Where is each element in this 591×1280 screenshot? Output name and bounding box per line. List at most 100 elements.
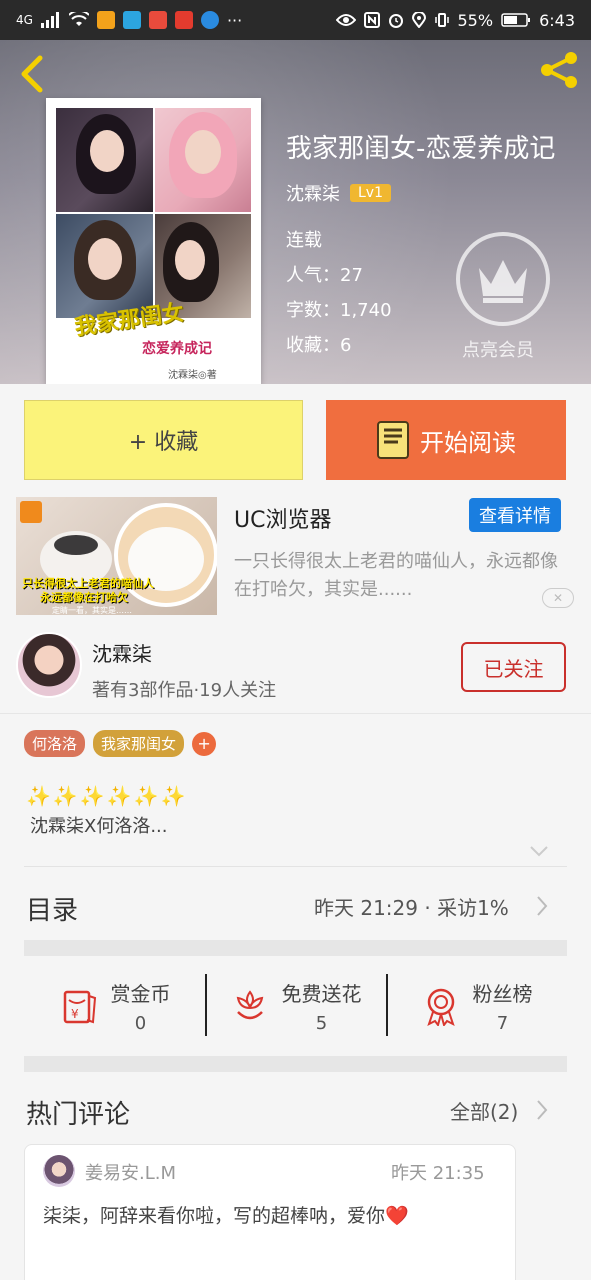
book-title: 我家那闺女-恋爱养成记: [286, 134, 556, 164]
book-icon: [377, 421, 409, 459]
tag-item[interactable]: 我家那闺女: [93, 730, 185, 757]
ad-banner[interactable]: 只长得很太上老君的喵仙人 永远都像在打哈欠 定睛一看，其实是…… UC浏览器 查…: [0, 492, 591, 622]
commenter-avatar[interactable]: [43, 1155, 75, 1187]
hot-comments-title: 热门评论: [26, 1100, 131, 1130]
medal-icon: [426, 988, 455, 1026]
comment-time: 昨天 21:35: [391, 1163, 485, 1184]
share-icon[interactable]: [537, 50, 581, 90]
stat-text: 免费送花 5: [282, 978, 362, 1034]
cover-author: 沈霖柒◎著: [168, 370, 217, 381]
start-reading-label: 开始阅读: [420, 428, 516, 457]
ad-title: UC浏览器: [234, 508, 332, 533]
follow-button[interactable]: 已关注: [461, 642, 566, 692]
book-cover[interactable]: 我家那闺女 恋爱养成记 沈霖柒◎著: [46, 98, 261, 384]
author-name[interactable]: 沈霖柒: [286, 180, 340, 206]
stat-label: 粉丝榜: [472, 982, 533, 1006]
book-intro: 沈霖柒X何洛洛...: [30, 816, 168, 837]
browser-icon: [200, 11, 219, 29]
commenter-name[interactable]: 姜易安.L.M: [85, 1159, 176, 1185]
stat-text: 赏金币 0: [111, 978, 171, 1034]
book-detail-page: 4G ··· 55% 6:43 我家那闺女 恋爱养成记 沈霖柒◎著 我家那闺女-…: [0, 0, 591, 1280]
crown-icon: [479, 260, 527, 303]
svg-text:¥: ¥: [71, 1007, 79, 1021]
level-badge: Lv1: [350, 184, 391, 202]
author-avatar[interactable]: [16, 632, 82, 698]
flower-icon: [236, 990, 263, 1020]
clock: 6:43: [539, 10, 575, 30]
more-notifications: ···: [226, 10, 243, 30]
status-bar: 4G ··· 55% 6:43: [0, 0, 591, 40]
cover-caption: 我家那闺女 恋爱养成记 沈霖柒◎著: [56, 299, 251, 384]
status-left: 4G ···: [16, 11, 242, 30]
pocket-icon: [148, 11, 167, 29]
section-separator: [24, 940, 567, 956]
vip-button[interactable]: [456, 232, 550, 326]
author-card[interactable]: 沈霖柒 著有3部作品·19人关注 已关注: [0, 622, 591, 714]
face: [174, 240, 205, 280]
catalog-update-info[interactable]: 昨天 21:29 · 采访1%: [314, 892, 509, 921]
fan-ranking-stat[interactable]: 粉丝榜 7: [386, 956, 567, 1056]
network-indicator: 4G: [16, 13, 33, 27]
face: [184, 130, 221, 174]
vip-label: 点亮会员: [462, 340, 534, 361]
action-bar: + 收藏 开始阅读: [0, 384, 591, 492]
app-notification-icon: [96, 11, 115, 29]
comment-text: 柒柒，阿辞来看你啦，写的超棒呐，爱你❤️: [43, 1205, 409, 1227]
red-envelope-icon: ¥: [63, 990, 96, 1024]
face: [90, 130, 124, 172]
signal-icon: [40, 12, 59, 28]
cover-subtitle: 恋爱养成记: [142, 341, 212, 357]
face: [88, 238, 122, 280]
favorite-count: 收藏：6: [286, 335, 352, 356]
cover-photo: [56, 108, 153, 212]
battery-percent: 55%: [457, 10, 494, 30]
comment-card[interactable]: 姜易安.L.M 昨天 21:35 柒柒，阿辞来看你啦，写的超棒呐，爱你❤️: [24, 1144, 516, 1280]
reward-coins-stat[interactable]: ¥ 赏金币 0: [24, 956, 205, 1056]
section-separator: [24, 1056, 567, 1072]
cover-photo-grid: [56, 108, 251, 318]
stat-value: 5: [315, 1013, 328, 1034]
chevron-right-icon[interactable]: [534, 894, 550, 918]
eye-icon: [335, 14, 356, 26]
all-comments-link[interactable]: 全部(2): [450, 1096, 518, 1125]
support-stats: ¥ 赏金币 0 免费送花 5 粉丝榜 7: [24, 956, 567, 1056]
tag-item[interactable]: 何洛洛: [24, 730, 86, 757]
start-reading-button[interactable]: 开始阅读: [326, 400, 566, 480]
author-card-stats: 著有3部作品·19人关注: [92, 680, 277, 701]
location-icon: [411, 12, 426, 28]
back-icon[interactable]: [16, 54, 48, 94]
word-count: 字数：1,740: [286, 300, 392, 321]
ad-caption-2: 永远都像在打哈欠: [40, 591, 128, 604]
ad-caption-3: 定睛一看，其实是……: [52, 606, 132, 615]
divider: [24, 866, 567, 867]
intro-sparkles: ✨✨✨✨✨✨: [26, 784, 188, 808]
chevron-down-icon[interactable]: [528, 840, 550, 862]
free-flower-stat[interactable]: 免费送花 5: [205, 956, 386, 1056]
author-row: 沈霖柒 Lv1: [286, 180, 391, 206]
chevron-right-icon[interactable]: [534, 1098, 550, 1122]
stat-text: 粉丝榜 7: [473, 978, 533, 1034]
ad-image[interactable]: 只长得很太上老君的喵仙人 永远都像在打哈欠 定睛一看，其实是……: [16, 497, 217, 615]
ad-close-icon[interactable]: ✕: [542, 588, 574, 608]
favorite-button[interactable]: + 收藏: [24, 400, 303, 480]
status-right: 55% 6:43: [335, 10, 575, 30]
battery-icon: [501, 13, 531, 27]
catalog-title[interactable]: 目录: [26, 890, 78, 927]
listen-app-icon: [174, 11, 193, 29]
telegram-icon: [122, 11, 141, 29]
nfc-icon: [363, 12, 380, 28]
stat-value: 0: [134, 1013, 147, 1034]
alarm-icon: [388, 14, 403, 28]
add-tag-icon[interactable]: +: [192, 731, 217, 756]
serial-status: 连载: [286, 230, 322, 251]
ad-details-button[interactable]: 查看详情: [469, 498, 561, 532]
vibrate-icon: [434, 13, 449, 27]
stat-label: 免费送花: [281, 982, 362, 1006]
author-card-name: 沈霖柒: [92, 642, 152, 666]
stat-label: 赏金币: [110, 982, 171, 1006]
ad-description: 一只长得很太上老君的喵仙人，永远都像在打哈欠，其实是......: [234, 551, 558, 600]
wifi-icon: [68, 12, 89, 26]
tag-list: 何洛洛 我家那闺女 +: [24, 730, 217, 757]
book-header: 我家那闺女 恋爱养成记 沈霖柒◎著 我家那闺女-恋爱养成记 沈霖柒 Lv1 连载…: [0, 40, 591, 384]
cover-photo: [154, 108, 251, 212]
